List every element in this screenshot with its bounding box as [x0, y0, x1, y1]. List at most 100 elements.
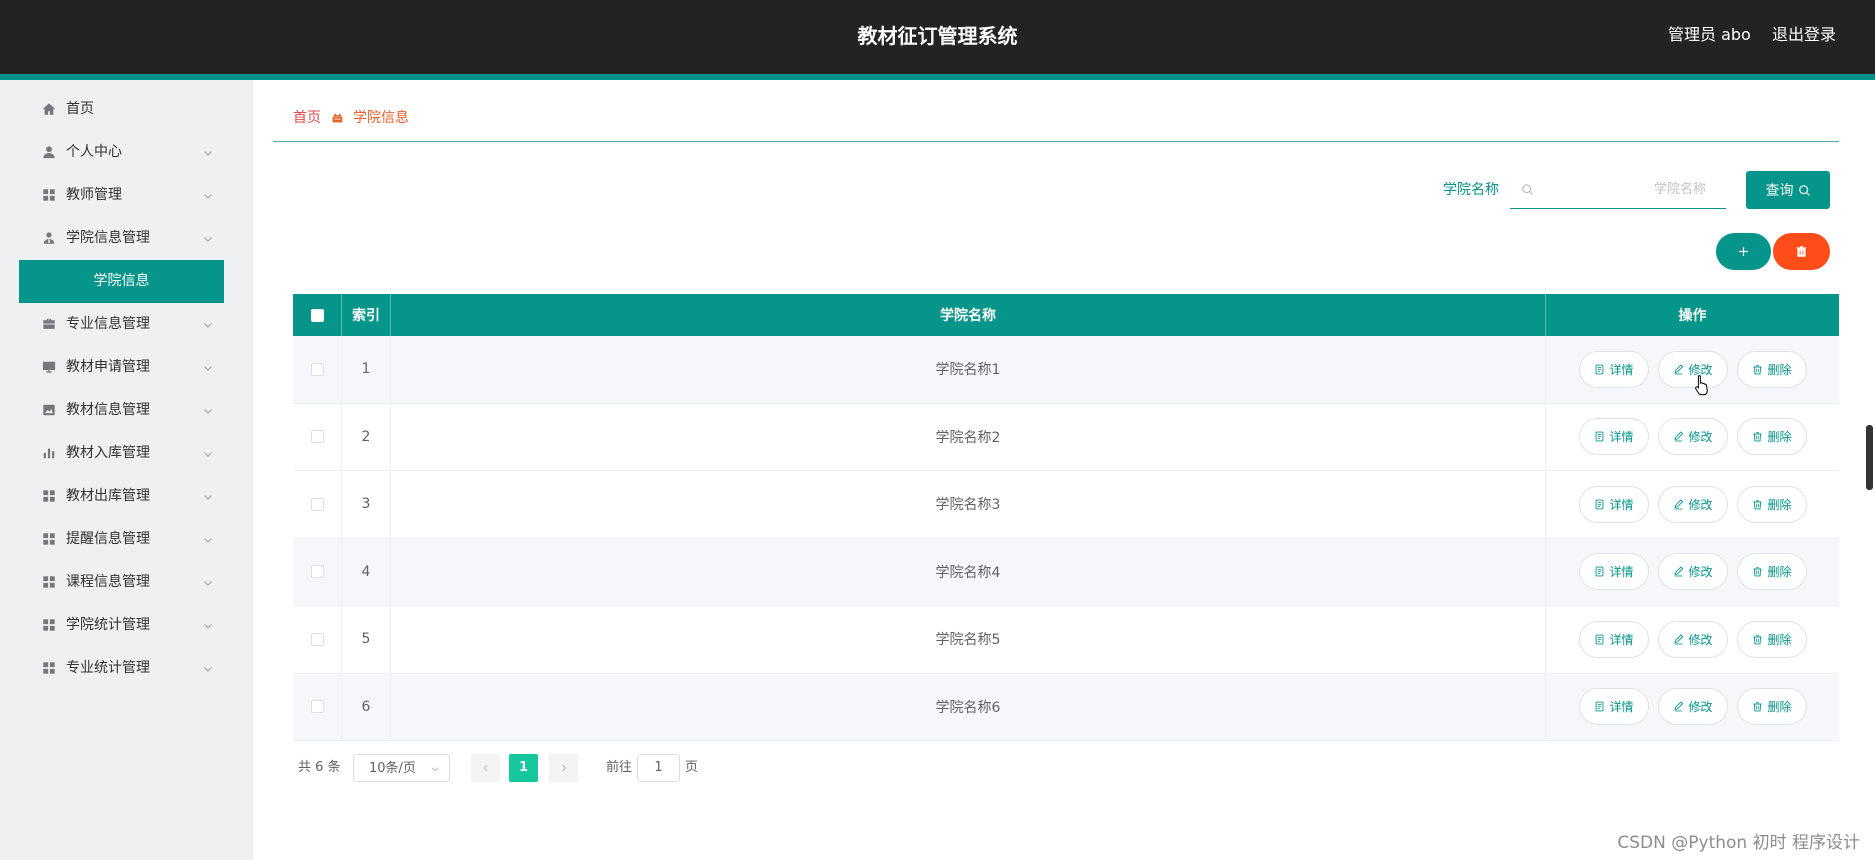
sidebar-item-college-statistics-management[interactable]: 学院统计管理 [0, 604, 253, 647]
sidebar-item-course-info-management[interactable]: 课程信息管理 [0, 561, 253, 604]
column-header-actions: 操作 [1678, 308, 1707, 324]
sidebar-item-home[interactable]: 首页 [0, 88, 253, 131]
sidebar-item-label: 教材申请管理 [66, 359, 150, 375]
row-index: 1 [342, 336, 391, 403]
sidebar-item-textbook-application-management[interactable]: 教材申请管理 [0, 346, 253, 389]
delete-button[interactable]: 删除 [1737, 350, 1807, 388]
detail-button[interactable]: 详情 [1579, 418, 1649, 456]
batch-delete-button[interactable] [1773, 233, 1830, 270]
detail-button[interactable]: 详情 [1579, 350, 1649, 388]
document-icon [1594, 431, 1605, 442]
table-row[interactable]: 1 学院名称1 详情 修改 删除 [293, 336, 1839, 404]
table-row[interactable]: 6 学院名称6 详情 修改 删除 [293, 673, 1839, 741]
table-row[interactable]: 3 学院名称3 详情 修改 删除 [293, 471, 1839, 539]
grid-icon [42, 532, 56, 546]
row-select-cell [293, 673, 342, 740]
delete-button[interactable]: 删除 [1737, 620, 1807, 658]
prev-page-button[interactable] [471, 754, 500, 782]
row-index: 4 [342, 538, 391, 605]
row-index: 3 [342, 471, 391, 538]
detail-button[interactable]: 详情 [1579, 553, 1649, 591]
delete-button-label: 删除 [1767, 362, 1792, 377]
sidebar-subitem-college-info[interactable]: 学院信息 [19, 260, 224, 303]
search-field[interactable] [1510, 171, 1726, 209]
edit-button[interactable]: 修改 [1658, 620, 1728, 658]
search-icon [1798, 184, 1811, 197]
sidebar-item-label: 学院统计管理 [66, 617, 150, 633]
select-all-checkbox[interactable] [310, 308, 324, 322]
logout-link[interactable]: 退出登录 [1772, 0, 1836, 70]
table-row[interactable]: 4 学院名称4 详情 修改 删除 [293, 538, 1839, 606]
chevron-down-icon [202, 405, 214, 417]
delete-button[interactable]: 删除 [1737, 688, 1807, 726]
bar-chart-icon [42, 446, 56, 460]
sidebar-item-major-info-management[interactable]: 专业信息管理 [0, 303, 253, 346]
detail-button[interactable]: 详情 [1579, 485, 1649, 523]
detail-button[interactable]: 详情 [1579, 620, 1649, 658]
sidebar-item-textbook-stock-in-management[interactable]: 教材入库管理 [0, 432, 253, 475]
detail-button[interactable]: 详情 [1579, 688, 1649, 726]
row-checkbox[interactable] [310, 362, 324, 376]
row-checkbox[interactable] [310, 632, 324, 646]
row-select-cell [293, 606, 342, 673]
row-checkbox[interactable] [310, 430, 324, 444]
scrollbar-thumb[interactable] [1866, 425, 1873, 490]
chevron-down-icon [430, 764, 440, 774]
document-icon [1594, 701, 1605, 712]
sidebar-item-textbook-info-management[interactable]: 教材信息管理 [0, 389, 253, 432]
document-icon [1594, 364, 1605, 375]
row-checkbox[interactable] [310, 497, 324, 511]
document-icon [1594, 566, 1605, 577]
edit-button[interactable]: 修改 [1658, 485, 1728, 523]
edit-button[interactable]: 修改 [1658, 350, 1728, 388]
delete-button[interactable]: 删除 [1737, 553, 1807, 591]
delete-button[interactable]: 删除 [1737, 418, 1807, 456]
college-table: 索引 学院名称 操作 1 学院名称1 详情 修改 删除 2 学院名称2 详情 修… [293, 294, 1839, 741]
document-icon [1594, 499, 1605, 510]
add-button[interactable] [1716, 233, 1771, 270]
search-icon [1521, 183, 1534, 196]
sidebar-item-college-info-management[interactable]: 学院信息管理 [0, 217, 253, 260]
page-number-current[interactable]: 1 [509, 754, 538, 782]
sidebar-item-teacher-management[interactable]: 教师管理 [0, 174, 253, 217]
page-size-select[interactable]: 10条/页 [353, 754, 450, 782]
row-college-name: 学院名称1 [391, 336, 1546, 403]
sidebar-item-major-statistics-management[interactable]: 专业统计管理 [0, 647, 253, 690]
delete-button-label: 删除 [1767, 430, 1792, 445]
current-user-label: 管理员 abo [1668, 25, 1751, 44]
edit-button[interactable]: 修改 [1658, 553, 1728, 591]
row-index: 6 [342, 673, 391, 740]
sidebar-item-profile[interactable]: 个人中心 [0, 131, 253, 174]
sidebar-item-textbook-stock-out-management[interactable]: 教材出库管理 [0, 475, 253, 518]
breadcrumb-home-link[interactable]: 首页 [293, 107, 321, 127]
pagination-total: 共 6 条 [298, 760, 341, 775]
plus-icon [1737, 245, 1750, 258]
select-all-cell [293, 294, 342, 336]
trash-icon [1752, 364, 1763, 375]
goto-page-input[interactable] [637, 754, 680, 782]
edit-button-label: 修改 [1688, 497, 1713, 512]
detail-button-label: 详情 [1609, 700, 1634, 715]
search-button[interactable]: 查询 [1746, 171, 1830, 209]
row-checkbox[interactable] [310, 700, 324, 714]
app-title: 教材征订管理系统 [857, 24, 1018, 48]
row-checkbox[interactable] [310, 565, 324, 579]
table-row[interactable]: 5 学院名称5 详情 修改 删除 [293, 606, 1839, 674]
delete-button[interactable]: 删除 [1737, 485, 1807, 523]
edit-button[interactable]: 修改 [1658, 418, 1728, 456]
sidebar-item-label: 提醒信息管理 [66, 531, 150, 547]
row-select-cell [293, 403, 342, 470]
briefcase-icon [42, 317, 56, 331]
delete-button-label: 删除 [1767, 497, 1792, 512]
table-row[interactable]: 2 学院名称2 详情 修改 删除 [293, 403, 1839, 471]
watermark: CSDN @Python 初时 程序设计 [1617, 833, 1860, 853]
college-name-search-input[interactable] [1540, 171, 1726, 208]
sidebar-item-reminder-info-management[interactable]: 提醒信息管理 [0, 518, 253, 561]
next-page-button[interactable] [549, 754, 578, 782]
top-header: 教材征订管理系统 管理员 abo 退出登录 [0, 0, 1875, 74]
trash-icon [1752, 431, 1763, 442]
chevron-down-icon [202, 663, 214, 675]
table-header-row: 索引 学院名称 操作 [293, 294, 1839, 336]
edit-button-label: 修改 [1688, 700, 1713, 715]
edit-button[interactable]: 修改 [1658, 688, 1728, 726]
